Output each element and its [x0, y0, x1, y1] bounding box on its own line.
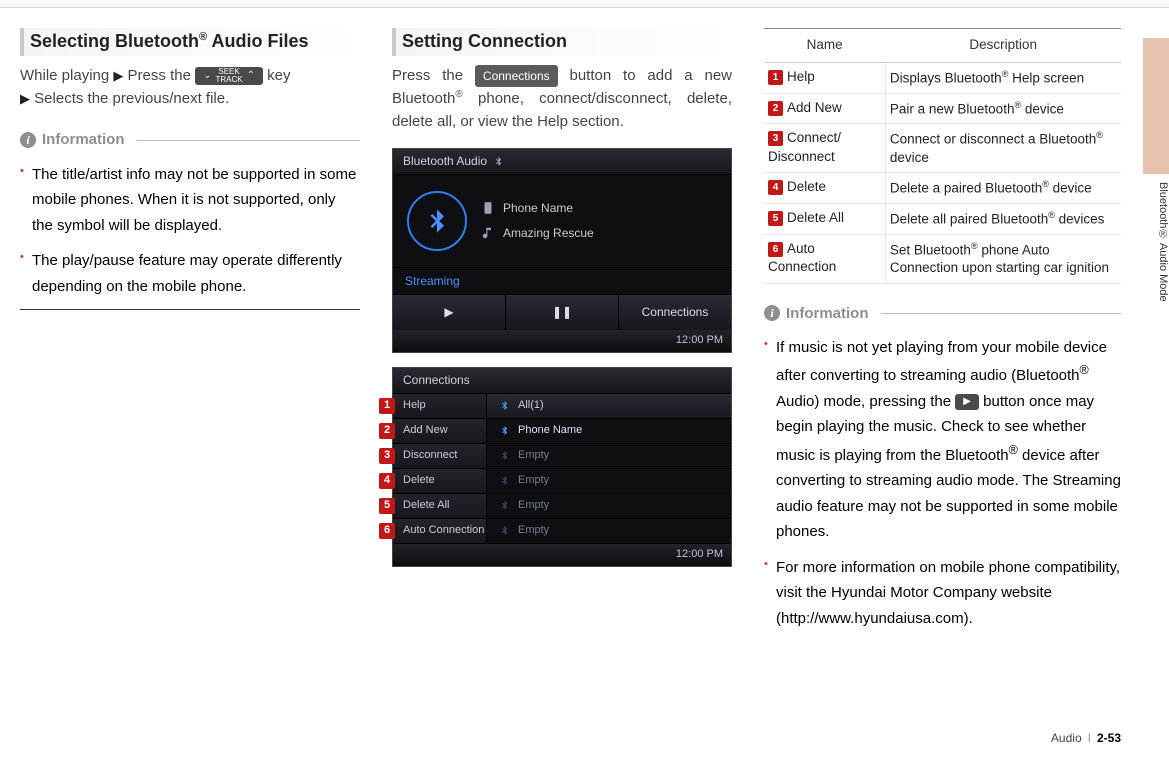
- shot2-sidebar-item[interactable]: Help: [393, 394, 486, 419]
- callout-badge: 6: [379, 523, 395, 539]
- shot2-list-header[interactable]: All(1): [487, 394, 731, 419]
- side-tab-label: Bluetooth® Audio Mode: [1143, 182, 1169, 302]
- col3-note1: If music is not yet playing from your mo…: [764, 335, 1121, 545]
- shot2-sidebar-item[interactable]: Delete All: [393, 494, 486, 519]
- shot1-title: Bluetooth Audio: [403, 152, 487, 171]
- shot1-phone: Phone Name: [503, 199, 573, 218]
- shot2-list-row[interactable]: Empty: [487, 519, 731, 544]
- connections-chip: Connections: [475, 65, 558, 88]
- callout-badge: 2: [379, 423, 395, 439]
- table-row: 5Delete AllDelete all paired Bluetooth® …: [764, 204, 1121, 235]
- col1-line2: ▶ Selects the previous/next file.: [20, 87, 360, 110]
- shot2-list-row[interactable]: Empty: [487, 469, 731, 494]
- table-row: 1HelpDisplays Bluetooth® Help screen: [764, 62, 1121, 93]
- shot2-clock: 12:00 PM: [393, 544, 731, 566]
- shot1-clock: 12:00 PM: [393, 330, 731, 352]
- shot1-pause-button[interactable]: ❚❚: [505, 295, 618, 330]
- col1-notes: The title/artist info may not be support…: [20, 162, 360, 300]
- bluetooth-icon: [493, 156, 504, 167]
- shot1-play-button[interactable]: ▶: [393, 295, 505, 330]
- shot1-streaming: Streaming: [393, 267, 731, 295]
- shot2-title: Connections: [403, 371, 470, 390]
- table-row: 4DeleteDelete a paired Bluetooth® device: [764, 173, 1121, 204]
- callout-badge: 3: [379, 448, 395, 464]
- table-row: 6AutoConnectionSet Bluetooth® phone Auto…: [764, 234, 1121, 283]
- heading-selecting-bt: Selecting Bluetooth® Audio Files: [20, 28, 360, 56]
- table-row: 3Connect/DisconnectConnect or disconnect…: [764, 124, 1121, 173]
- col3-note2: For more information on mobile phone com…: [764, 555, 1121, 632]
- shot2-list-row[interactable]: Empty: [487, 494, 731, 519]
- th-name: Name: [764, 29, 885, 63]
- callout-badge: 5: [379, 498, 395, 514]
- connections-table: Name Description 1HelpDisplays Bluetooth…: [764, 28, 1121, 284]
- phone-icon: [481, 201, 495, 215]
- shot1-connections-button[interactable]: Connections: [618, 295, 731, 330]
- shot2-sidebar-item[interactable]: Disconnect: [393, 444, 486, 469]
- music-note-icon: [481, 226, 495, 240]
- callout-badge: 1: [379, 398, 395, 414]
- col1-divider: [20, 309, 360, 310]
- shot2-sidebar-item[interactable]: Auto Connection: [393, 519, 486, 544]
- shot2-sidebar-item[interactable]: Delete: [393, 469, 486, 494]
- info-icon: i: [20, 132, 36, 148]
- shot2-sidebar: HelpAdd NewDisconnectDeleteDelete AllAut…: [393, 394, 487, 544]
- shot1-track: Amazing Rescue: [503, 224, 594, 243]
- column-1: Selecting Bluetooth® Audio Files While p…: [20, 28, 360, 641]
- side-tab: Bluetooth® Audio Mode: [1143, 38, 1169, 258]
- screenshot-bt-audio: Bluetooth Audio Phone Name Amazing Rescu…: [392, 148, 732, 353]
- col3-notes: If music is not yet playing from your mo…: [764, 335, 1121, 632]
- info-heading-2: i Information: [764, 302, 1121, 325]
- column-2: Setting Connection Press the Connections…: [392, 28, 732, 641]
- col1-note1: The title/artist info may not be support…: [20, 162, 360, 239]
- shot2-sidebar-item[interactable]: Add New: [393, 419, 486, 444]
- callout-badge: 4: [379, 473, 395, 489]
- shot2-list-row[interactable]: Phone Name: [487, 419, 731, 444]
- col1-line1: While playing ▶ Press the ⌄ SEEKTRACK ⌃ …: [20, 64, 360, 87]
- info-heading-1: i Information: [20, 128, 360, 151]
- col2-para: Press the Connections button to add a ne…: [392, 64, 732, 134]
- play-chip-icon: ▶: [955, 394, 979, 410]
- column-3: Name Description 1HelpDisplays Bluetooth…: [764, 28, 1121, 641]
- top-stripe: [0, 0, 1169, 8]
- seek-track-key: ⌄ SEEKTRACK ⌃: [195, 67, 263, 85]
- heading-setting-connection: Setting Connection: [392, 28, 732, 56]
- table-row: 2Add NewPair a new Bluetooth® device: [764, 93, 1121, 124]
- bt-circle-icon: [407, 191, 467, 251]
- screenshot-connections: Connections HelpAdd NewDisconnectDeleteD…: [392, 367, 732, 567]
- th-desc: Description: [885, 29, 1121, 63]
- info-icon: i: [764, 305, 780, 321]
- page-footer: AudioI2-53: [1051, 731, 1121, 745]
- col1-note2: The play/pause feature may operate diffe…: [20, 248, 360, 299]
- shot2-list-row[interactable]: Empty: [487, 444, 731, 469]
